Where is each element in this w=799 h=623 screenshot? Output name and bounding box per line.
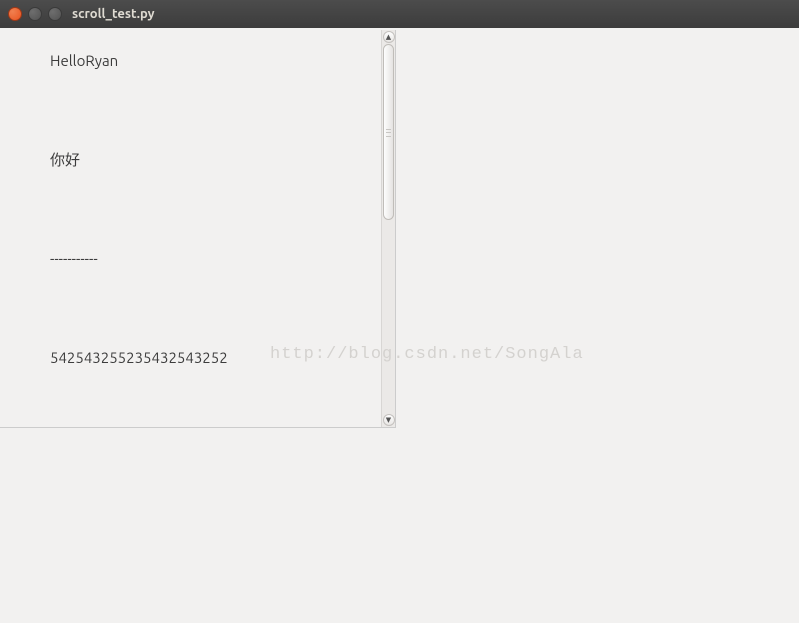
vertical-scrollbar[interactable]: ▲ ▼	[381, 30, 395, 427]
thumb-grip-icon	[386, 129, 391, 137]
window-titlebar: scroll_test.py	[0, 0, 799, 28]
text-line: 542543255235432543252	[50, 347, 381, 368]
scroll-content: HelloRyan 你好 ----------- 542543255235432…	[0, 30, 381, 427]
window-title: scroll_test.py	[72, 7, 155, 21]
scroll-up-arrow-icon[interactable]: ▲	[383, 31, 395, 43]
scroll-container: HelloRyan 你好 ----------- 542543255235432…	[0, 30, 396, 428]
text-line: HelloRyan	[50, 50, 381, 71]
window-controls	[8, 7, 62, 21]
close-button[interactable]	[8, 7, 22, 21]
scrollbar-track-area[interactable]	[382, 44, 395, 413]
text-line: -----------	[50, 248, 381, 269]
minimize-button[interactable]	[28, 7, 42, 21]
text-line: 你好	[50, 149, 381, 170]
scroll-down-arrow-icon[interactable]: ▼	[383, 414, 395, 426]
scrollbar-thumb[interactable]	[383, 44, 394, 220]
app-content: HelloRyan 你好 ----------- 542543255235432…	[0, 28, 799, 623]
maximize-button[interactable]	[48, 7, 62, 21]
